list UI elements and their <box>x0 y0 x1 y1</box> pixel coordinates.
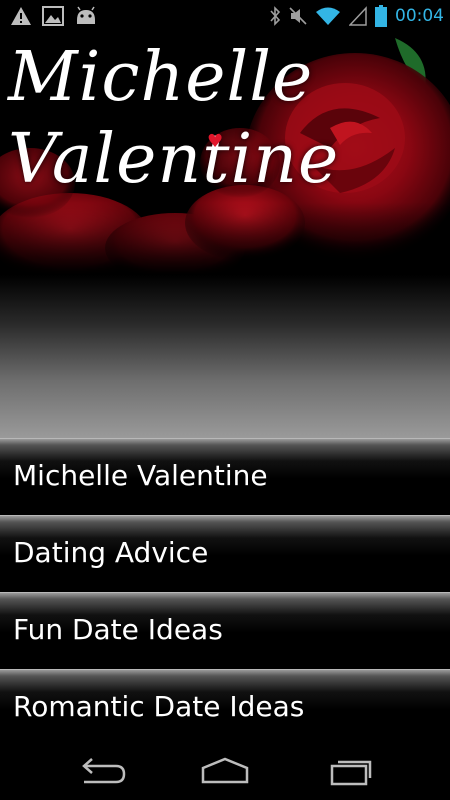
status-time: 00:04 <box>395 6 444 26</box>
system-icons: 00:04 <box>269 5 444 27</box>
header-gradient <box>0 275 450 438</box>
mute-icon <box>289 7 307 25</box>
warning-icon <box>11 7 31 25</box>
menu-item-label: Michelle Valentine <box>13 459 268 492</box>
back-button[interactable] <box>70 754 130 788</box>
notification-icons <box>10 6 98 26</box>
bluetooth-icon <box>270 6 281 26</box>
menu-item-label: Romantic Date Ideas <box>13 690 305 723</box>
navigation-bar <box>0 738 450 800</box>
heart-icon: ♥ <box>207 131 224 152</box>
back-icon <box>82 758 126 784</box>
android-icon <box>77 6 95 24</box>
image-icon <box>42 6 64 26</box>
home-icon <box>201 757 249 784</box>
main-menu: Michelle Valentine Dating Advice Fun Dat… <box>0 438 450 746</box>
menu-item-label: Dating Advice <box>13 536 209 569</box>
battery-icon <box>375 5 387 27</box>
wifi-icon <box>316 7 340 25</box>
menu-item-fun-date-ideas[interactable]: Fun Date Ideas <box>0 592 450 669</box>
signal-icon <box>349 6 367 26</box>
header-banner: Michelle Valentine ♥ <box>0 33 450 275</box>
menu-item-michelle-valentine[interactable]: Michelle Valentine <box>0 438 450 515</box>
menu-item-dating-advice[interactable]: Dating Advice <box>0 515 450 592</box>
banner-title: Michelle Valentine <box>8 38 340 199</box>
status-bar: 00:04 <box>0 0 450 33</box>
recents-icon <box>330 760 372 786</box>
menu-item-romantic-date-ideas[interactable]: Romantic Date Ideas <box>0 669 450 746</box>
recents-button[interactable] <box>320 754 380 788</box>
home-button[interactable] <box>195 754 255 788</box>
menu-item-label: Fun Date Ideas <box>13 613 223 646</box>
